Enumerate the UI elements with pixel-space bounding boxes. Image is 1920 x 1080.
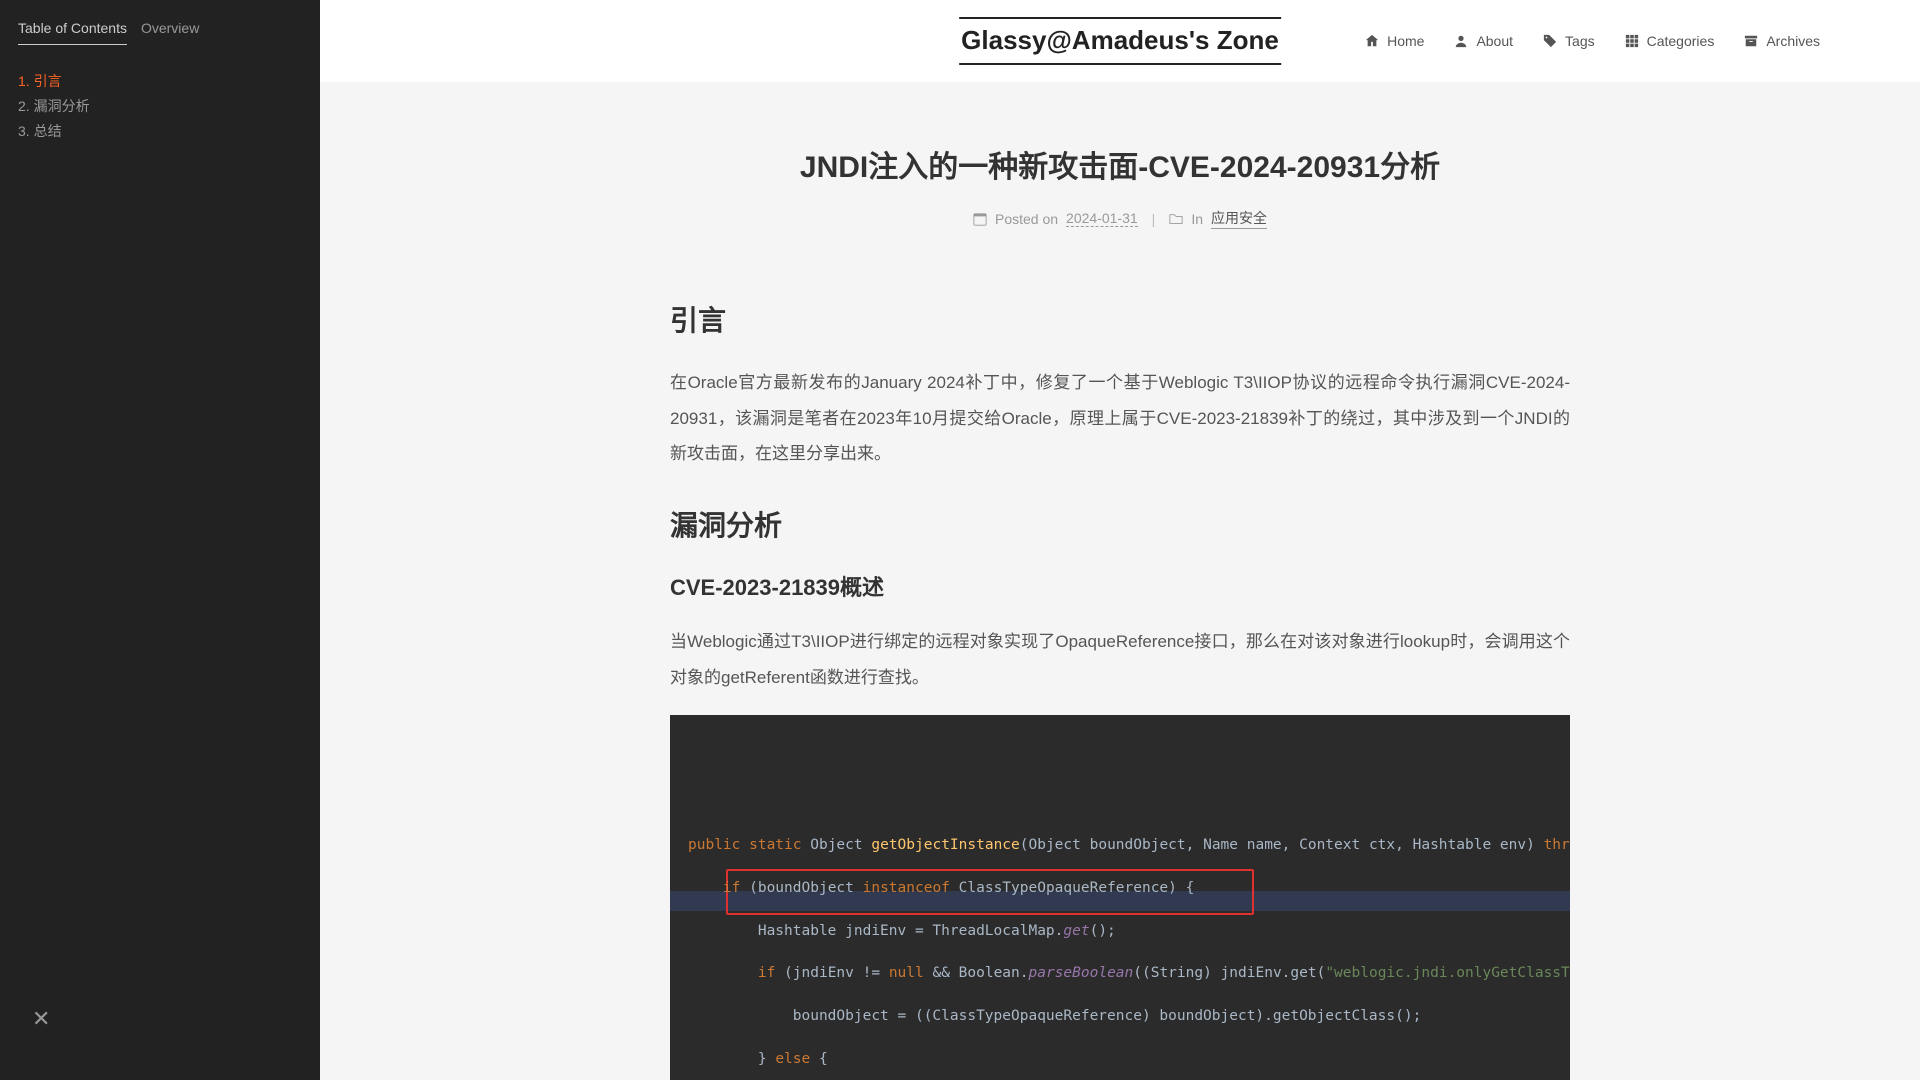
nav-label: Archives <box>1766 33 1820 49</box>
nav-categories[interactable]: Categories <box>1625 33 1715 49</box>
posted-on-label: Posted on <box>995 211 1058 227</box>
toc-item-analysis[interactable]: 2. 漏洞分析 <box>18 94 302 119</box>
calendar-icon <box>973 212 987 226</box>
nav-about[interactable]: About <box>1454 33 1513 49</box>
tags-icon <box>1543 34 1557 48</box>
archive-icon <box>1744 34 1758 48</box>
in-label: In <box>1191 211 1203 227</box>
nav-label: About <box>1476 33 1513 49</box>
nav: Home About Tags <box>1365 33 1820 49</box>
category-link[interactable]: 应用安全 <box>1211 208 1267 229</box>
post-date: 2024-01-31 <box>1066 210 1138 227</box>
toc-item-intro[interactable]: 1. 引言 <box>18 69 302 94</box>
folder-icon <box>1169 212 1183 226</box>
article-scroll[interactable]: JNDI注入的一种新攻击面-CVE-2024-20931分析 Posted on… <box>320 82 1920 1080</box>
meta-separator: | <box>1152 211 1156 227</box>
tab-overview[interactable]: Overview <box>141 20 199 45</box>
tab-toc[interactable]: Table of Contents <box>18 20 127 45</box>
site-title[interactable]: Glassy@Amadeus's Zone <box>959 17 1281 64</box>
close-icon[interactable]: ✕ <box>32 1008 50 1030</box>
sidebar-tabs: Table of Contents Overview <box>18 20 302 45</box>
article-meta: Posted on 2024-01-31 | In 应用安全 <box>670 208 1570 229</box>
sidebar: Table of Contents Overview 1. 引言 2. 漏洞分析… <box>0 0 320 1080</box>
nav-label: Home <box>1387 33 1424 49</box>
toc-list: 1. 引言 2. 漏洞分析 3. 总结 <box>18 69 302 145</box>
main: Glassy@Amadeus's Zone Home About <box>320 0 1920 1080</box>
nav-home[interactable]: Home <box>1365 33 1424 49</box>
nav-label: Categories <box>1647 33 1715 49</box>
nav-archives[interactable]: Archives <box>1744 33 1820 49</box>
nav-label: Tags <box>1565 33 1595 49</box>
heading-intro: 引言 <box>670 299 1570 339</box>
user-icon <box>1454 34 1468 48</box>
home-icon <box>1365 34 1379 48</box>
header: Glassy@Amadeus's Zone Home About <box>320 0 1920 82</box>
nav-tags[interactable]: Tags <box>1543 33 1595 49</box>
article: JNDI注入的一种新攻击面-CVE-2024-20931分析 Posted on… <box>670 82 1570 1080</box>
heading-cve-overview: CVE-2023-21839概述 <box>670 570 1570 602</box>
paragraph-overview: 当Weblogic通过T3\IIOP进行绑定的远程对象实现了OpaqueRefe… <box>670 624 1570 695</box>
toc-item-summary[interactable]: 3. 总结 <box>18 119 302 144</box>
paragraph-intro: 在Oracle官方最新发布的January 2024补丁中，修复了一个基于Web… <box>670 365 1570 472</box>
article-title: JNDI注入的一种新攻击面-CVE-2024-20931分析 <box>670 142 1570 186</box>
heading-analysis: 漏洞分析 <box>670 504 1570 544</box>
code-screenshot: public static Object getObjectInstance(O… <box>670 715 1570 1080</box>
grid-icon <box>1625 34 1639 48</box>
